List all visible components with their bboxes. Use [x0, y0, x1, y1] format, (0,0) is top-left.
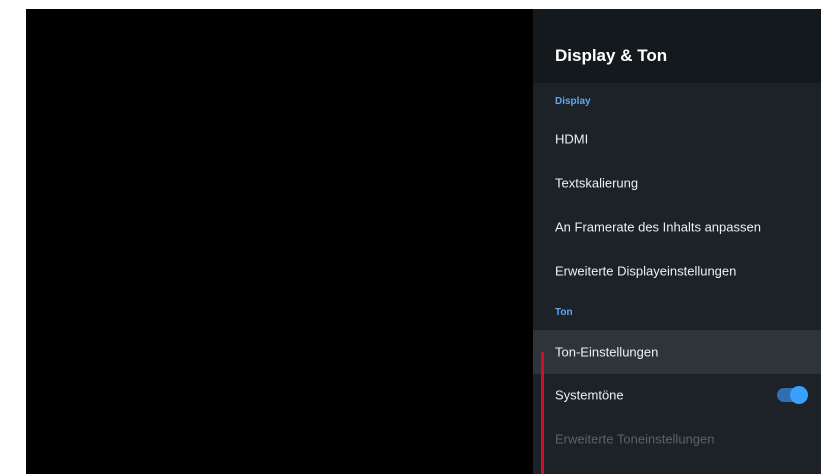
tv-screen: Display & Ton Display HDMI Textskalierun… — [26, 9, 821, 474]
system-sounds-toggle[interactable] — [777, 386, 808, 404]
menu-item-advanced-sound[interactable]: Erweiterte Toneinstellungen — [533, 419, 821, 459]
menu-item-label: Systemtöne — [555, 387, 624, 403]
menu-item-label: HDMI — [555, 131, 589, 147]
panel-title: Display & Ton — [555, 46, 668, 65]
menu-item-hdmi[interactable]: HDMI — [533, 119, 821, 159]
focus-indicator-line — [541, 352, 544, 474]
menu-item-label: An Framerate des Inhalts anpassen — [555, 219, 761, 235]
menu-item-label: Ton-Einstellungen — [555, 344, 659, 360]
menu-item-text-scaling[interactable]: Textskalierung — [533, 163, 821, 203]
settings-panel: Display & Ton Display HDMI Textskalierun… — [533, 9, 821, 474]
menu-item-advanced-display[interactable]: Erweiterte Displayeinstellungen — [533, 251, 821, 291]
menu-item-framerate[interactable]: An Framerate des Inhalts anpassen — [533, 207, 821, 247]
section-label-display: Display — [555, 96, 591, 107]
menu-item-label: Erweiterte Displayeinstellungen — [555, 263, 737, 279]
toggle-knob — [790, 386, 808, 404]
section-label-sound: Ton — [555, 307, 573, 318]
menu-item-system-sounds[interactable]: Systemtöne — [533, 375, 821, 415]
menu-item-sound-settings[interactable]: Ton-Einstellungen — [533, 330, 821, 374]
menu-item-label: Erweiterte Toneinstellungen — [555, 431, 715, 447]
menu-item-label: Textskalierung — [555, 175, 639, 191]
panel-header: Display & Ton — [533, 9, 821, 83]
